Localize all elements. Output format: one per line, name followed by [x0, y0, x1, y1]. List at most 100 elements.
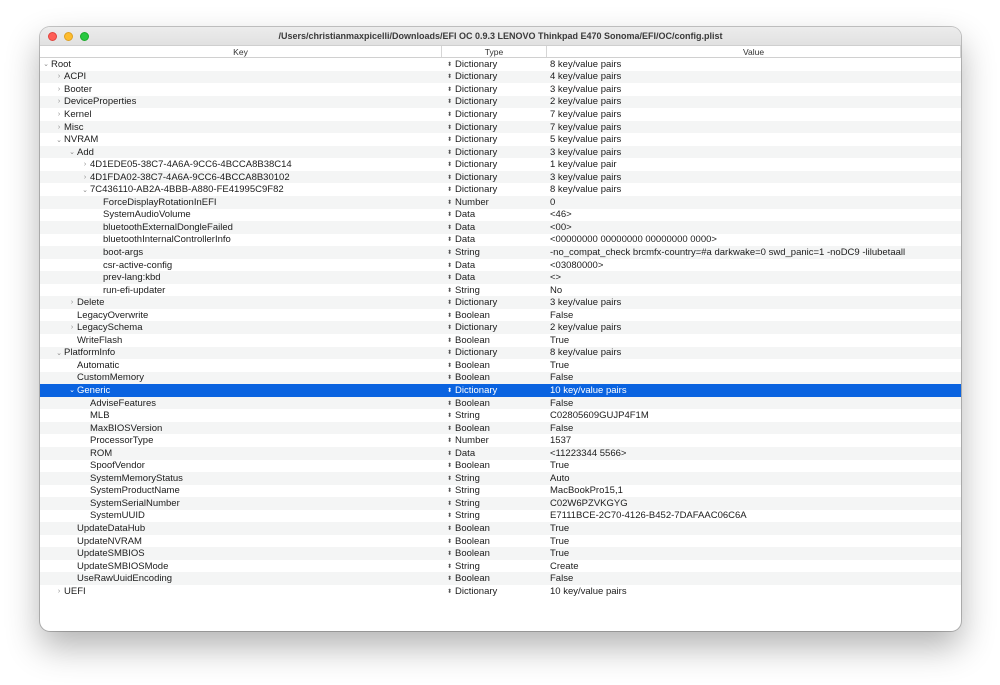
- type-popup-arrows-icon[interactable]: ⬍: [447, 512, 452, 519]
- plist-row[interactable]: SystemUUID ⬍ String E7111BCE-2C70-4126-B452…: [40, 510, 961, 523]
- type-popup-arrows-icon[interactable]: ⬍: [447, 437, 452, 444]
- plist-row[interactable]: SystemAudioVolume ⬍ Data <46>: [40, 209, 961, 222]
- type-popup-arrows-icon[interactable]: ⬍: [447, 73, 452, 80]
- plist-row[interactable]: WriteFlash ⬍ Boolean True: [40, 334, 961, 347]
- value-cell[interactable]: <00>: [547, 222, 961, 233]
- plist-row[interactable]: SystemMemoryStatus ⬍ String Auto: [40, 472, 961, 485]
- value-cell[interactable]: -no_compat_check brcmfx-country=#a darkw…: [547, 247, 961, 258]
- type-popup-arrows-icon[interactable]: ⬍: [447, 324, 452, 331]
- value-cell[interactable]: 0: [547, 197, 961, 208]
- type-cell[interactable]: ⬍ Dictionary: [442, 147, 547, 158]
- type-cell[interactable]: ⬍ Dictionary: [442, 84, 547, 95]
- plist-row[interactable]: MaxBIOSVersion ⬍ Boolean False: [40, 421, 961, 435]
- column-header-value[interactable]: Value: [547, 46, 961, 57]
- plist-row[interactable]: csr-active-config ⬍ Data <03080000>: [40, 259, 961, 272]
- type-cell[interactable]: ⬍ Dictionary: [442, 347, 547, 358]
- type-cell[interactable]: ⬍ String: [442, 285, 547, 296]
- key-label[interactable]: NVRAM: [64, 134, 98, 145]
- type-popup-arrows-icon[interactable]: ⬍: [447, 374, 452, 381]
- type-cell[interactable]: ⬍ Dictionary: [442, 184, 547, 195]
- key-label[interactable]: LegacySchema: [77, 322, 142, 333]
- type-cell[interactable]: ⬍ String: [442, 510, 547, 521]
- type-cell[interactable]: ⬍ Data: [442, 209, 547, 220]
- type-cell[interactable]: ⬍ Dictionary: [442, 322, 547, 333]
- type-cell[interactable]: ⬍ Number: [442, 435, 547, 446]
- value-cell[interactable]: 5 key/value pairs: [547, 134, 961, 145]
- type-cell[interactable]: ⬍ Boolean: [442, 423, 547, 434]
- type-cell[interactable]: ⬍ Dictionary: [442, 71, 547, 82]
- plist-row[interactable]: ⌄ Root ⬍ Dictionary 8 key/value pairs: [40, 58, 961, 71]
- key-label[interactable]: AdviseFeatures: [90, 398, 156, 409]
- key-label[interactable]: run-efi-updater: [103, 285, 165, 296]
- type-popup-arrows-icon[interactable]: ⬍: [447, 299, 452, 306]
- type-popup-arrows-icon[interactable]: ⬍: [447, 487, 452, 494]
- key-label[interactable]: UpdateSMBIOS: [77, 548, 145, 559]
- key-label[interactable]: PlatformInfo: [64, 347, 115, 358]
- key-label[interactable]: MaxBIOSVersion: [90, 423, 162, 434]
- plist-row[interactable]: ⌄ Add ⬍ Dictionary 3 key/value pairs: [40, 145, 961, 159]
- disclosure-closed-icon[interactable]: ›: [55, 124, 63, 131]
- type-popup-arrows-icon[interactable]: ⬍: [447, 588, 452, 595]
- value-cell[interactable]: True: [547, 536, 961, 547]
- value-cell[interactable]: 3 key/value pairs: [547, 147, 961, 158]
- plist-row[interactable]: › UEFI ⬍ Dictionary 10 key/value pairs: [40, 585, 961, 598]
- value-cell[interactable]: True: [547, 335, 961, 346]
- type-popup-arrows-icon[interactable]: ⬍: [447, 111, 452, 118]
- key-label[interactable]: MLB: [90, 410, 110, 421]
- plist-row[interactable]: › Kernel ⬍ Dictionary 7 key/value pairs: [40, 108, 961, 121]
- value-cell[interactable]: C02805609GUJP4F1M: [547, 410, 961, 421]
- disclosure-closed-icon[interactable]: ›: [55, 98, 63, 105]
- key-label[interactable]: UpdateNVRAM: [77, 536, 142, 547]
- type-popup-arrows-icon[interactable]: ⬍: [447, 337, 452, 344]
- value-cell[interactable]: False: [547, 573, 961, 584]
- plist-row[interactable]: SpoofVendor ⬍ Boolean True: [40, 460, 961, 473]
- type-cell[interactable]: ⬍ Data: [442, 260, 547, 271]
- plist-row[interactable]: ForceDisplayRotationInEFI ⬍ Number 0: [40, 196, 961, 209]
- value-cell[interactable]: 1537: [547, 435, 961, 446]
- key-label[interactable]: UpdateDataHub: [77, 523, 145, 534]
- type-cell[interactable]: ⬍ String: [442, 485, 547, 496]
- type-popup-arrows-icon[interactable]: ⬍: [447, 186, 452, 193]
- type-cell[interactable]: ⬍ Boolean: [442, 523, 547, 534]
- value-cell[interactable]: 2 key/value pairs: [547, 96, 961, 107]
- key-label[interactable]: bluetoothExternalDongleFailed: [103, 222, 233, 233]
- value-cell[interactable]: Auto: [547, 473, 961, 484]
- type-cell[interactable]: ⬍ String: [442, 247, 547, 258]
- plist-row[interactable]: › LegacySchema ⬍ Dictionary 2 key/value pair…: [40, 321, 961, 335]
- type-popup-arrows-icon[interactable]: ⬍: [447, 124, 452, 131]
- key-label[interactable]: ACPI: [64, 71, 86, 82]
- key-label[interactable]: 7C436110-AB2A-4BBB-A880-FE41995C9F82: [90, 184, 284, 195]
- disclosure-open-icon[interactable]: ⌄: [68, 148, 76, 156]
- type-cell[interactable]: ⬍ String: [442, 498, 547, 509]
- value-cell[interactable]: True: [547, 548, 961, 559]
- type-popup-arrows-icon[interactable]: ⬍: [447, 538, 452, 545]
- type-popup-arrows-icon[interactable]: ⬍: [447, 312, 452, 319]
- type-popup-arrows-icon[interactable]: ⬍: [447, 462, 452, 469]
- zoom-window-button[interactable]: [80, 32, 89, 41]
- type-cell[interactable]: ⬍ Data: [442, 234, 547, 245]
- type-popup-arrows-icon[interactable]: ⬍: [447, 98, 452, 105]
- type-popup-arrows-icon[interactable]: ⬍: [447, 86, 452, 93]
- key-label[interactable]: 4D1FDA02-38C7-4A6A-9CC6-4BCCA8B30102: [90, 172, 290, 183]
- type-cell[interactable]: ⬍ Data: [442, 222, 547, 233]
- value-cell[interactable]: 7 key/value pairs: [547, 109, 961, 120]
- type-popup-arrows-icon[interactable]: ⬍: [447, 425, 452, 432]
- disclosure-closed-icon[interactable]: ›: [55, 73, 63, 80]
- key-label[interactable]: SystemAudioVolume: [103, 209, 191, 220]
- type-popup-arrows-icon[interactable]: ⬍: [447, 412, 452, 419]
- plist-row[interactable]: ⌄ PlatformInfo ⬍ Dictionary 8 key/value pair…: [40, 346, 961, 360]
- value-cell[interactable]: True: [547, 523, 961, 534]
- plist-row[interactable]: ⌄ NVRAM ⬍ Dictionary 5 key/value pairs: [40, 133, 961, 146]
- value-cell[interactable]: 10 key/value pairs: [547, 586, 961, 597]
- value-cell[interactable]: 2 key/value pairs: [547, 322, 961, 333]
- key-label[interactable]: 4D1EDE05-38C7-4A6A-9CC6-4BCCA8B38C14: [90, 159, 292, 170]
- minimize-window-button[interactable]: [64, 32, 73, 41]
- plist-row[interactable]: bluetoothExternalDongleFailed ⬍ Data <00>: [40, 221, 961, 234]
- value-cell[interactable]: 3 key/value pairs: [547, 297, 961, 308]
- value-cell[interactable]: <03080000>: [547, 260, 961, 271]
- key-label[interactable]: Booter: [64, 84, 92, 95]
- value-cell[interactable]: C02W6PZVKGYG: [547, 498, 961, 509]
- value-cell[interactable]: <>: [547, 272, 961, 283]
- plist-row[interactable]: ⌄ 7C436110-AB2A-4BBB-A880-FE41995C9F82 ⬍ Di…: [40, 183, 961, 196]
- value-cell[interactable]: 3 key/value pairs: [547, 172, 961, 183]
